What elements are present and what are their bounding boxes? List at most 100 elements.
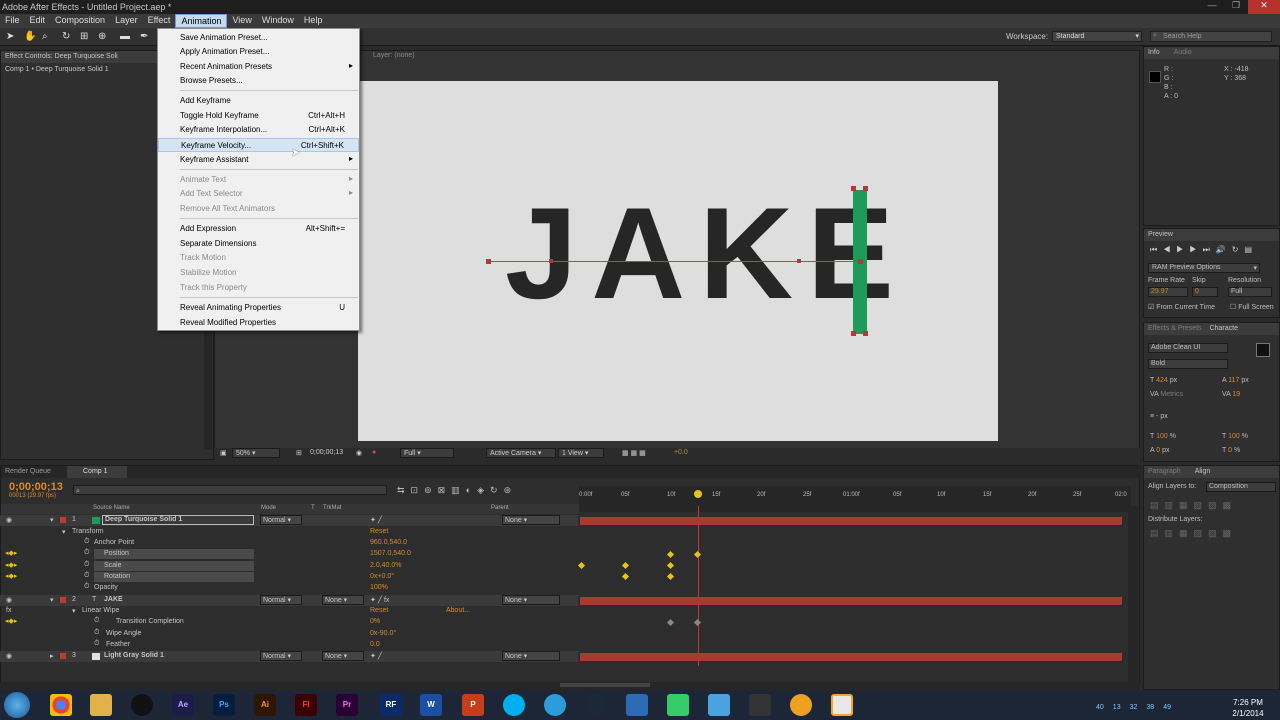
pen-tool-icon[interactable]: ✒	[140, 31, 148, 42]
eye-icon[interactable]: ◉	[6, 652, 12, 660]
feather-value[interactable]: 0.0	[370, 641, 380, 648]
video-app-icon[interactable]	[831, 694, 853, 716]
menu-item-add-expression[interactable]: Add Expression Alt+Shift+=	[158, 222, 359, 236]
zoom-tool-icon[interactable]: ⌕	[42, 31, 48, 42]
motion-path-keyframe[interactable]	[486, 259, 491, 264]
menu-item-stabilize-motion[interactable]: Stabilize Motion	[158, 266, 359, 280]
vertical-scale-field[interactable]: T 100 %	[1150, 433, 1176, 440]
anchor-point-handle[interactable]	[858, 259, 863, 264]
steam-icon[interactable]	[585, 694, 607, 716]
prop-row[interactable]: ⏱ Feather 0.0	[0, 640, 578, 651]
view-layout-select[interactable]: 1 View ▾	[558, 448, 604, 458]
fx-icon[interactable]: fx	[6, 607, 11, 614]
close-icon[interactable]: ✕	[1248, 0, 1280, 14]
menu-item-keyframe-velocity[interactable]: Keyframe Velocity... Ctrl+Shift+K	[158, 138, 359, 152]
keyframe[interactable]	[666, 618, 675, 627]
font-size-field[interactable]: T 424 px	[1150, 377, 1177, 384]
zoom-slider[interactable]	[560, 683, 650, 687]
layer-name[interactable]: Light Gray Solid 1	[104, 652, 164, 659]
skype-icon[interactable]	[503, 694, 525, 716]
paragraph-tab[interactable]: Paragraph	[1148, 468, 1181, 476]
linear-wipe-reset[interactable]: Reset	[370, 607, 388, 614]
keyframe[interactable]	[621, 561, 630, 570]
keyframe-nav-icon[interactable]: ◂◆▸	[5, 561, 17, 569]
layer-label-color[interactable]	[60, 517, 66, 523]
layer-bound-handle[interactable]	[863, 331, 868, 336]
camera-select[interactable]: Active Camera ▾	[486, 448, 556, 458]
snapshot-icon[interactable]: ◉	[356, 449, 362, 457]
system-clock[interactable]: 7:26 PM 2/1/2014	[1228, 697, 1268, 719]
prop-row[interactable]: fx ▾ Linear Wipe Reset About...	[0, 606, 578, 617]
full-screen-checkbox[interactable]: ☐ Full Screen	[1230, 303, 1274, 311]
stopwatch-icon[interactable]: ⏱	[84, 572, 89, 580]
layer-switches[interactable]: ✦ ╱ fx	[370, 596, 389, 604]
menu-item-add-keyframe[interactable]: Add Keyframe	[158, 94, 359, 108]
preview-resolution-select[interactable]: Full	[1228, 287, 1272, 297]
powerpoint-icon[interactable]: P	[462, 694, 484, 716]
layer-row[interactable]: ◉ ▾ 1 Deep Turquoise Solid 1 Normal ▾ ✦ …	[0, 515, 578, 526]
layer-row[interactable]: ◉ ▾ 2 T JAKE Normal ▾ None ▾ ✦ ╱ fx None…	[0, 595, 578, 606]
menu-item-save-preset[interactable]: Save Animation Preset...	[158, 31, 359, 45]
menu-view[interactable]: View	[227, 14, 256, 28]
keyframe[interactable]	[666, 550, 675, 559]
baseline-shift-field[interactable]: A 0 px	[1150, 447, 1170, 454]
chevron-down-icon[interactable]: ▾	[72, 607, 76, 615]
keyframe[interactable]	[693, 618, 702, 627]
stopwatch-icon[interactable]: ⏱	[94, 617, 99, 625]
kerning-field[interactable]: VA Metrics	[1150, 391, 1183, 398]
chevron-down-icon[interactable]: ▾	[50, 516, 54, 524]
timeline-scrollbar[interactable]	[1128, 506, 1138, 686]
transition-completion-value[interactable]: 0%	[370, 618, 380, 625]
from-current-checkbox[interactable]: ☑ From Current Time	[1148, 303, 1215, 311]
layer-bound-handle[interactable]	[851, 186, 856, 191]
distribute-buttons[interactable]: ▤▥▦▧▨▩	[1150, 528, 1237, 539]
mode-select[interactable]: Normal ▾	[260, 595, 302, 605]
rf-app-icon[interactable]: RF	[380, 694, 402, 716]
file-explorer-icon[interactable]	[90, 694, 112, 716]
stroke-width-field[interactable]: ≡ - px	[1150, 413, 1168, 420]
chrome-icon[interactable]	[50, 694, 72, 716]
menu-edit[interactable]: Edit	[25, 14, 51, 28]
prop-row[interactable]: ◂◆▸ ⏱ Rotation 0x+0.0°	[0, 572, 578, 583]
layer-duration-bar[interactable]	[580, 653, 1122, 661]
motion-path-keyframe[interactable]	[549, 259, 553, 263]
menu-layer[interactable]: Layer	[110, 14, 143, 28]
menu-item-add-text-selector[interactable]: Add Text Selector ▸	[158, 187, 359, 201]
menu-item-browse-presets[interactable]: Browse Presets...	[158, 74, 359, 88]
workspace-select[interactable]: Standard ▾	[1052, 31, 1142, 42]
motion-path-keyframe[interactable]	[797, 259, 801, 263]
layer-bound-handle[interactable]	[863, 186, 868, 191]
tracking-field[interactable]: VA 19	[1222, 391, 1240, 398]
menu-item-track-motion[interactable]: Track Motion	[158, 251, 359, 265]
playback-controls[interactable]: ⏮◀▶▶⏭🔊↻▤	[1150, 245, 1258, 255]
minimize-icon[interactable]: —	[1200, 0, 1224, 14]
menu-item-toggle-hold[interactable]: Toggle Hold Keyframe Ctrl+Alt+H	[158, 109, 359, 123]
stopwatch-icon[interactable]: ⏱	[94, 640, 99, 648]
safe-zones-icon[interactable]: ▣	[220, 449, 227, 457]
chevron-right-icon[interactable]: ▸	[50, 652, 54, 660]
prop-row[interactable]: ◂◆▸ ⏱ Transition Completion 0%	[0, 617, 578, 628]
layer-duration-bar[interactable]	[580, 597, 1122, 605]
rotation-value[interactable]: 0x+0.0°	[370, 573, 394, 580]
timeline-switch-icons[interactable]: ⇆⊡⊚⊠▥◐◈↻⊛	[397, 485, 517, 496]
keyframe[interactable]	[693, 550, 702, 559]
prop-row[interactable]: ◂◆▸ ⏱ Position 1507.0,540.0	[0, 549, 578, 560]
menu-item-keyframe-interpolation[interactable]: Keyframe Interpolation... Ctrl+Alt+K	[158, 123, 359, 137]
maximize-icon[interactable]: ❐	[1224, 0, 1248, 14]
search-help-input[interactable]: ⌕ Search Help	[1150, 31, 1272, 42]
selection-tool-icon[interactable]: ➤	[6, 31, 14, 42]
pan-behind-tool-icon[interactable]: ⊕	[98, 31, 106, 42]
timeline-timecode[interactable]: 0;00;00;13	[9, 481, 63, 493]
font-style-select[interactable]: Bold	[1148, 359, 1228, 369]
chevron-down-icon[interactable]: ▾	[62, 528, 66, 536]
render-queue-tab[interactable]: Render Queue	[5, 468, 51, 475]
menu-effect[interactable]: Effect	[143, 14, 176, 28]
align-buttons[interactable]: ▤▥▦▧▨▩	[1150, 500, 1237, 511]
skip-select[interactable]: 0	[1192, 287, 1218, 297]
menu-item-recent-presets[interactable]: Recent Animation Presets ▸	[158, 60, 359, 74]
shape-tool-icon[interactable]: ▬	[120, 31, 130, 42]
parent-select[interactable]: None ▾	[502, 651, 560, 661]
keyframe-nav-icon[interactable]: ◂◆▸	[5, 617, 17, 625]
horizontal-scale-field[interactable]: T 100 %	[1222, 433, 1248, 440]
exposure-value[interactable]: +0.0	[674, 449, 688, 456]
